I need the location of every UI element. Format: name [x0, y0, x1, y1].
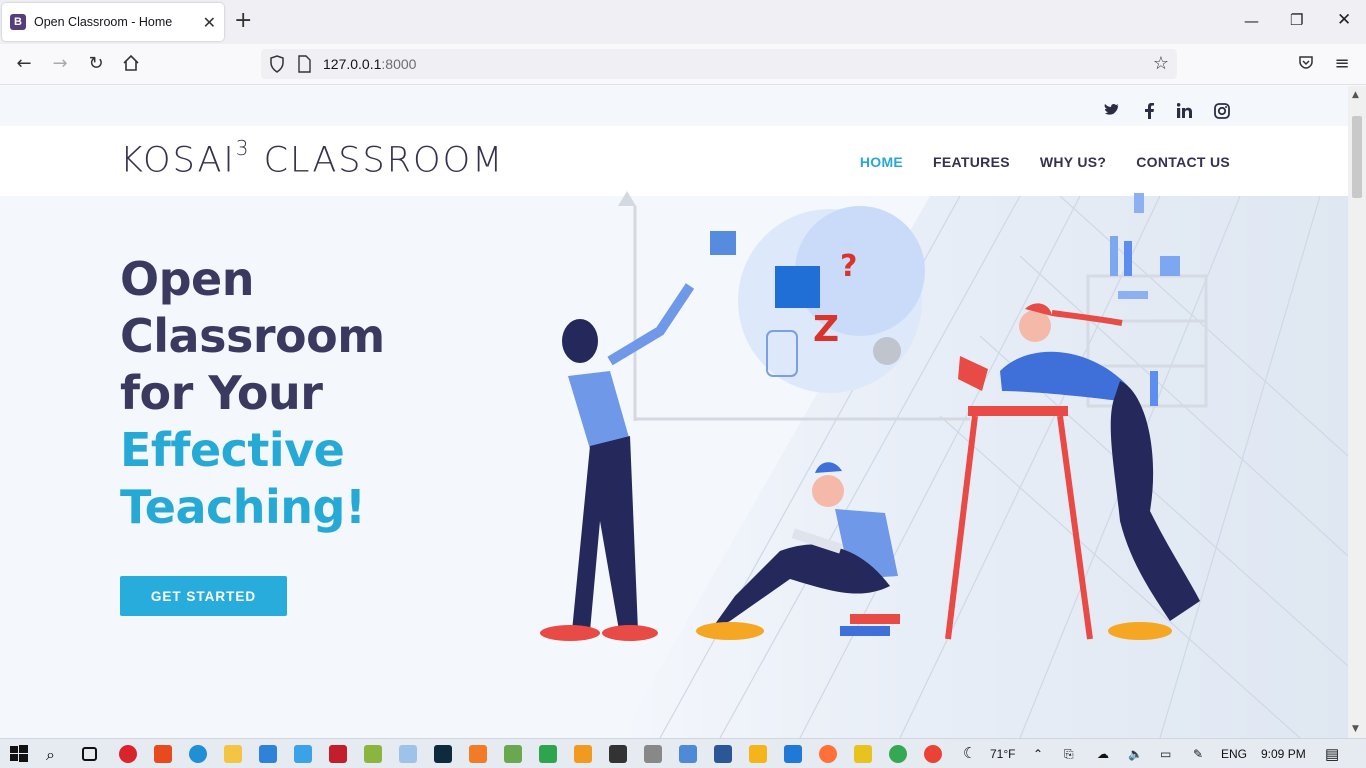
url-bar[interactable]: 127.0.0.1:8000 ☆	[261, 49, 1177, 79]
hero-illustration: Z ?	[540, 191, 1208, 641]
nav-home[interactable]: HOME	[860, 154, 903, 170]
site-header: KOSAI3 CLASSROOM HOME FEATURES WHY US? C…	[0, 126, 1348, 196]
main-nav: HOME FEATURES WHY US? CONTACT US	[860, 154, 1230, 170]
nav-why-us[interactable]: WHY US?	[1040, 154, 1106, 170]
meet-icon[interactable]: ⎘	[1064, 747, 1074, 762]
hero-line-5: Teaching!	[120, 480, 366, 534]
windows-taskbar: ⌕ ☾ 71°F ⌃ ⎘ ☁ 🔈 ▭ ✎ ENG 9:09 PM ▤	[0, 738, 1366, 768]
photoshop-icon[interactable]	[434, 745, 452, 763]
minimize-icon[interactable]: —	[1244, 12, 1259, 30]
chrome-icon[interactable]	[889, 745, 907, 763]
vscode-icon[interactable]	[784, 745, 802, 763]
pen-icon[interactable]: ✎	[1193, 747, 1203, 761]
opera-icon[interactable]	[119, 745, 137, 763]
xampp-icon[interactable]	[469, 745, 487, 763]
bookmark-star-icon[interactable]: ☆	[1153, 53, 1169, 74]
app-hex-icon[interactable]	[294, 745, 312, 763]
browser-nav-bar: ← → ↻ 127.0.0.1:8000 ☆ ≡	[0, 44, 1366, 85]
browser-tab-bar: B Open Classroom - Home ✕ + — ❐ ✕	[0, 0, 1366, 44]
hero-line-1: Open	[120, 252, 254, 306]
sublime-icon[interactable]	[574, 745, 592, 763]
url-host: 127.0.0.1	[323, 56, 382, 72]
weather-temp[interactable]: 71°F	[990, 747, 1015, 761]
clock[interactable]: 9:09 PM	[1261, 747, 1306, 761]
onedrive-icon[interactable]: ☁	[1097, 747, 1109, 761]
edge-icon[interactable]	[189, 745, 207, 763]
firefox-icon[interactable]	[819, 745, 837, 763]
nav-features[interactable]: FEATURES	[933, 154, 1010, 170]
svg-text:Z: Z	[813, 309, 839, 350]
app-screen-icon[interactable]	[644, 745, 662, 763]
bootstrap-favicon-icon: B	[10, 14, 26, 30]
notifications-icon[interactable]: ▤	[1325, 745, 1339, 763]
social-top-bar	[0, 86, 1348, 126]
app-green-icon[interactable]	[539, 745, 557, 763]
notepad-icon[interactable]	[399, 745, 417, 763]
scroll-thumb[interactable]	[1352, 116, 1362, 198]
weather-moon-icon[interactable]: ☾	[963, 744, 976, 762]
windows-start-icon[interactable]	[10, 745, 28, 763]
logo-superscript: 3	[235, 136, 251, 160]
word-icon[interactable]	[714, 745, 732, 763]
app-flag-icon[interactable]	[609, 745, 627, 763]
hero-line-3: for Your	[120, 366, 323, 420]
shield-icon[interactable]	[269, 55, 285, 77]
svg-text:?: ?	[840, 249, 857, 284]
get-started-button[interactable]: GET STARTED	[120, 576, 287, 616]
app-orange-icon[interactable]	[749, 745, 767, 763]
file-explorer-icon[interactable]	[224, 745, 242, 763]
logo-main: KOSAI	[120, 140, 236, 181]
hero-line-4: Effective	[120, 423, 345, 477]
reload-icon[interactable]: ↻	[85, 54, 107, 74]
browser-tab[interactable]: B Open Classroom - Home ✕	[2, 3, 224, 41]
mcafee-icon[interactable]	[329, 745, 347, 763]
task-view-icon[interactable]	[82, 747, 97, 761]
language-indicator[interactable]: ENG	[1221, 747, 1247, 761]
hero-line-2: Classroom	[120, 309, 385, 363]
instagram-icon[interactable]	[1214, 103, 1230, 123]
notepad-plus-icon[interactable]	[364, 745, 382, 763]
back-icon[interactable]: ←	[13, 54, 35, 74]
page-scrollbar[interactable]: ▲ ▼	[1348, 86, 1366, 738]
battery-icon[interactable]: ▭	[1160, 747, 1171, 761]
app-blocks-icon[interactable]	[504, 745, 522, 763]
url-port: :8000	[381, 56, 417, 72]
volume-icon[interactable]: 🔈	[1128, 747, 1143, 761]
linkedin-icon[interactable]	[1176, 103, 1192, 122]
tray-chevron-icon[interactable]: ⌃	[1033, 747, 1043, 761]
scroll-up-icon[interactable]: ▲	[1352, 90, 1359, 100]
hero-heading: Open Classroom for Your Effective Teachi…	[120, 251, 385, 536]
menu-hamburger-icon[interactable]: ≡	[1331, 54, 1353, 74]
tab-title: Open Classroom - Home	[34, 15, 173, 29]
site-logo[interactable]: KOSAI3 CLASSROOM	[120, 136, 505, 181]
web-page: KOSAI3 CLASSROOM HOME FEATURES WHY US? C…	[0, 86, 1348, 738]
url-text[interactable]: 127.0.0.1:8000	[323, 56, 416, 72]
home-icon[interactable]	[120, 54, 142, 77]
facebook-icon[interactable]	[1145, 103, 1154, 123]
search-icon[interactable]: ⌕	[46, 745, 64, 764]
new-tab-icon[interactable]: +	[234, 10, 252, 32]
app-diamond-icon[interactable]	[854, 745, 872, 763]
forward-icon[interactable]: →	[49, 54, 71, 74]
this-pc-icon[interactable]	[259, 745, 277, 763]
scroll-down-icon[interactable]: ▼	[1352, 724, 1359, 734]
close-window-icon[interactable]: ✕	[1337, 10, 1351, 30]
office-icon[interactable]	[154, 745, 172, 763]
page-icon	[297, 55, 311, 77]
chrome-alt-icon[interactable]	[924, 745, 942, 763]
restore-icon[interactable]: ❐	[1290, 11, 1303, 29]
nav-contact-us[interactable]: CONTACT US	[1136, 154, 1230, 170]
pocket-icon[interactable]	[1295, 54, 1317, 75]
app-doc-icon[interactable]	[679, 745, 697, 763]
logo-rest: CLASSROOM	[250, 140, 505, 181]
tab-close-icon[interactable]: ✕	[203, 13, 216, 32]
twitter-icon[interactable]	[1104, 103, 1120, 121]
